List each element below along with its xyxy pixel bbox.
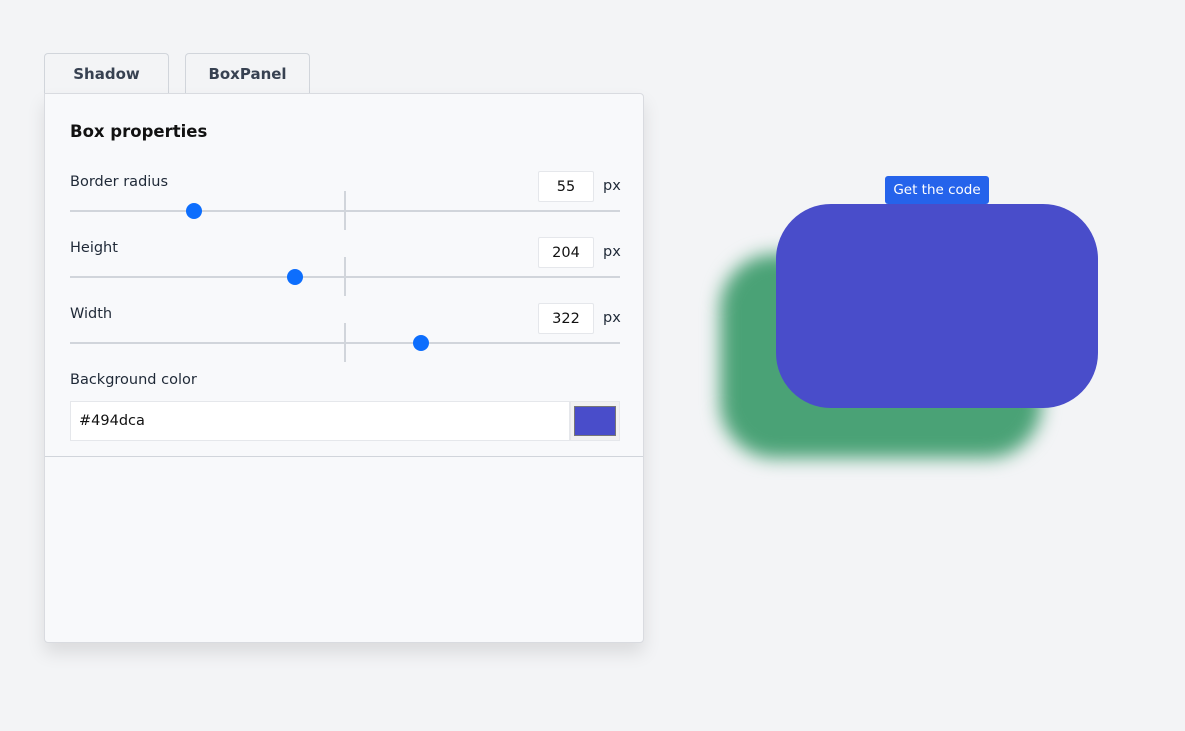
panel-divider: [45, 456, 643, 457]
background-color-input[interactable]: #494dca: [70, 401, 570, 441]
width-unit: px: [603, 310, 621, 326]
background-color-value: #494dca: [79, 413, 145, 429]
tab-shadow[interactable]: Shadow: [44, 53, 169, 94]
box-properties-panel: Box properties Border radius 55 px Heigh…: [44, 93, 644, 643]
height-input[interactable]: 204: [538, 237, 594, 268]
border-radius-slider-center-mark: [344, 191, 346, 230]
color-swatch: [574, 406, 616, 436]
border-radius-label: Border radius: [70, 174, 169, 190]
border-radius-input[interactable]: 55: [538, 171, 594, 202]
tab-boxpanel[interactable]: BoxPanel: [185, 53, 310, 94]
height-unit: px: [603, 244, 621, 260]
height-slider-center-mark: [344, 257, 346, 296]
border-radius-unit: px: [603, 178, 621, 194]
border-radius-slider-thumb[interactable]: [186, 203, 202, 219]
height-slider-thumb[interactable]: [287, 269, 303, 285]
width-label: Width: [70, 306, 113, 322]
panel-title: Box properties: [70, 122, 208, 141]
height-label: Height: [70, 240, 118, 256]
width-slider-center-mark: [344, 323, 346, 362]
width-input[interactable]: 322: [538, 303, 594, 334]
app: Shadow BoxPanel Box properties Border ra…: [0, 0, 1185, 731]
get-code-button[interactable]: Get the code: [885, 176, 989, 204]
preview-box: [776, 204, 1098, 408]
background-color-picker[interactable]: [570, 401, 620, 441]
background-color-label: Background color: [70, 372, 197, 388]
width-slider-thumb[interactable]: [413, 335, 429, 351]
